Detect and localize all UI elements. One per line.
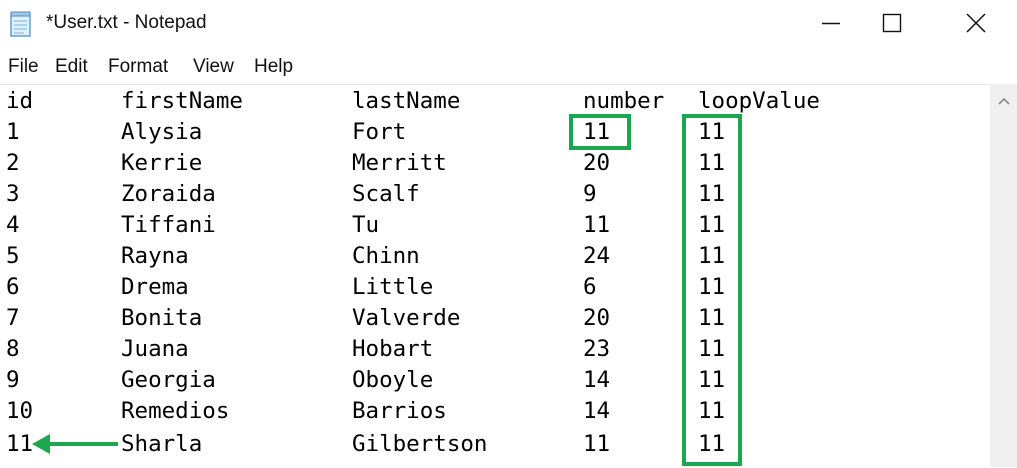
cell-id: 8	[6, 336, 20, 362]
window-title: *User.txt - Notepad	[46, 12, 207, 33]
cell-firstname: Tiffani	[121, 212, 216, 238]
header-id: id	[6, 88, 34, 114]
cell-number: 6	[583, 274, 597, 300]
cell-lastname: Merritt	[352, 150, 447, 176]
cell-id: 6	[6, 274, 20, 300]
cell-id: 4	[6, 212, 20, 238]
close-icon	[966, 13, 986, 33]
scroll-up-arrow-icon	[997, 97, 1010, 105]
header-loopvalue: loopValue	[698, 88, 820, 114]
cell-id: 3	[6, 181, 20, 207]
menu-view[interactable]: View	[193, 56, 234, 78]
cell-number: 23	[583, 336, 611, 362]
cell-lastname: Fort	[352, 119, 407, 145]
number-highlight-box	[569, 114, 631, 150]
cell-firstname: Drema	[121, 274, 189, 300]
header-lastname: lastName	[352, 88, 461, 114]
minimize-icon	[822, 22, 840, 25]
cell-number: 20	[583, 305, 611, 331]
menu-help[interactable]: Help	[254, 56, 293, 78]
arrow-left-icon	[32, 434, 118, 454]
cell-firstname: Rayna	[121, 243, 189, 269]
maximize-icon	[882, 13, 902, 33]
cell-firstname: Bonita	[121, 305, 203, 331]
cell-id: 9	[6, 367, 20, 393]
cell-id: 10	[6, 398, 34, 424]
cell-firstname: Zoraida	[121, 181, 216, 207]
cell-lastname: Hobart	[352, 336, 434, 362]
menu-format[interactable]: Format	[108, 56, 168, 78]
loopvalue-highlight-box	[682, 114, 742, 466]
cell-lastname: Chinn	[352, 243, 420, 269]
cell-id: 1	[6, 119, 20, 145]
cell-firstname: Alysia	[121, 119, 203, 145]
cell-firstname: Sharla	[121, 431, 203, 457]
minimize-button[interactable]	[801, 0, 861, 46]
cell-number: 11	[583, 431, 611, 457]
maximize-button[interactable]	[862, 0, 922, 46]
cell-id: 5	[6, 243, 20, 269]
menu-edit[interactable]: Edit	[55, 56, 88, 78]
scroll-up-button[interactable]	[990, 84, 1017, 118]
cell-firstname: Remedios	[121, 398, 230, 424]
header-number: number	[583, 88, 665, 114]
cell-lastname: Little	[352, 274, 434, 300]
cell-number: 24	[583, 243, 611, 269]
cell-id: 7	[6, 305, 20, 331]
cell-number: 14	[583, 398, 611, 424]
menu-bar: File Edit Format View Help	[0, 52, 1017, 84]
cell-firstname: Kerrie	[121, 150, 203, 176]
cell-lastname: Valverde	[352, 305, 461, 331]
title-bar[interactable]: *User.txt - Notepad	[0, 0, 1017, 48]
cell-number: 20	[583, 150, 611, 176]
vertical-scrollbar[interactable]	[990, 84, 1017, 467]
header-firstname: firstName	[121, 88, 243, 114]
notepad-icon[interactable]	[8, 10, 34, 38]
cell-lastname: Scalf	[352, 181, 420, 207]
cell-lastname: Barrios	[352, 398, 447, 424]
cell-lastname: Oboyle	[352, 367, 434, 393]
cell-lastname: Gilbertson	[352, 431, 488, 457]
cell-number: 11	[583, 212, 611, 238]
cell-firstname: Georgia	[121, 367, 216, 393]
cell-firstname: Juana	[121, 336, 189, 362]
cell-id: 2	[6, 150, 20, 176]
cell-number: 14	[583, 367, 611, 393]
close-button[interactable]	[946, 0, 1006, 46]
cell-number: 9	[583, 181, 597, 207]
menu-file[interactable]: File	[8, 56, 39, 78]
cell-lastname: Tu	[352, 212, 380, 238]
